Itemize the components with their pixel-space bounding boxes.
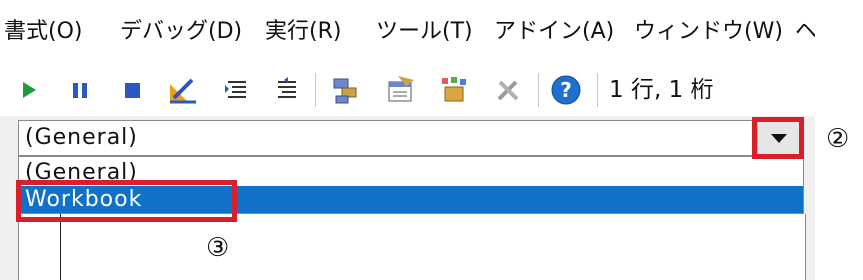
object-browser-icon[interactable] <box>438 74 470 106</box>
break-icon[interactable] <box>64 74 96 106</box>
standard-toolbar: ? 1 行, 1 桁 <box>0 64 815 116</box>
code-editor[interactable] <box>18 214 806 280</box>
design-mode-icon[interactable] <box>166 74 198 106</box>
toolbar-separator <box>315 73 316 107</box>
svg-text:?: ? <box>560 78 572 102</box>
menu-format[interactable]: 書式(O) <box>4 17 82 47</box>
menu-addins[interactable]: アドイン(A) <box>494 17 614 47</box>
toolbox-icon[interactable] <box>492 74 524 106</box>
menu-debug[interactable]: デバッグ(D) <box>120 17 242 47</box>
outdent-icon[interactable] <box>270 74 302 106</box>
properties-icon[interactable] <box>384 74 416 106</box>
toolbar-separator <box>538 73 539 107</box>
cursor-position: 1 行, 1 桁 <box>609 77 714 103</box>
vbe-window: 書式(O) デバッグ(D) 実行(R) ツール(T) アドイン(A) ウィンドウ… <box>0 0 815 280</box>
indent-icon[interactable] <box>220 74 252 106</box>
help-icon[interactable]: ? <box>550 74 582 106</box>
margin-indicator-bar <box>60 214 61 280</box>
menu-tools[interactable]: ツール(T) <box>376 17 473 47</box>
menu-help[interactable]: ヘ <box>795 17 815 47</box>
callout-step-3: ③ <box>206 233 230 263</box>
project-explorer-icon[interactable] <box>330 74 362 106</box>
menu-bar: 書式(O) デバッグ(D) 実行(R) ツール(T) アドイン(A) ウィンドウ… <box>0 0 815 64</box>
menu-window[interactable]: ウィンドウ(W) <box>634 17 783 47</box>
object-combobox[interactable]: (General) <box>18 120 804 156</box>
annotation-box-workbook <box>16 180 237 222</box>
toolbar-separator <box>597 73 598 107</box>
callout-step-2: ② <box>826 124 850 154</box>
menu-run[interactable]: 実行(R) <box>265 17 341 47</box>
annotation-box-dropdown-arrow <box>752 117 804 159</box>
reset-icon[interactable] <box>116 74 148 106</box>
run-icon[interactable] <box>12 74 44 106</box>
object-combobox-value: (General) <box>25 125 138 150</box>
